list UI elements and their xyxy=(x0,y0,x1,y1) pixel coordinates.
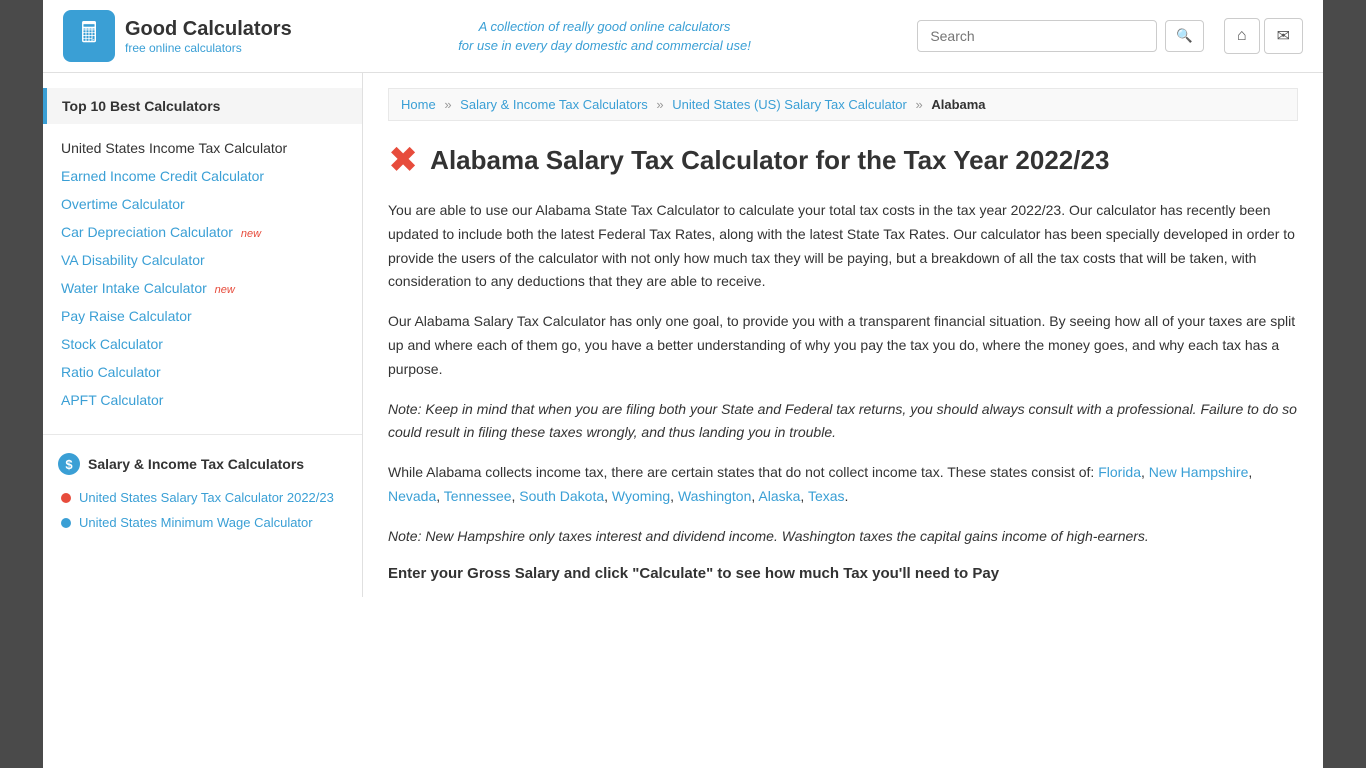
list-item: VA Disability Calculator xyxy=(43,246,362,274)
link-wyoming[interactable]: Wyoming xyxy=(612,488,670,504)
search-area: 🔍 xyxy=(917,20,1204,52)
sidebar-link-earned-income[interactable]: Earned Income Credit Calculator xyxy=(61,168,264,184)
logo-area: 🖩 Good Calculators free online calculato… xyxy=(63,10,292,62)
list-item: Ratio Calculator xyxy=(43,358,362,386)
link-texas[interactable]: Texas xyxy=(808,488,845,504)
link-alaska[interactable]: Alaska xyxy=(758,488,800,504)
mail-button[interactable]: ✉ xyxy=(1264,18,1303,54)
note-2: Note: New Hampshire only taxes interest … xyxy=(388,525,1298,549)
sidebar-section2-title: $ Salary & Income Tax Calculators xyxy=(43,445,362,483)
sidebar-link-water-intake[interactable]: Water Intake Calculator xyxy=(61,280,207,296)
note-1: Note: Keep in mind that when you are fil… xyxy=(388,398,1298,446)
badge-new-water: new xyxy=(215,284,235,296)
x-icon: ✖ xyxy=(388,139,418,181)
content-area: Top 10 Best Calculators United States In… xyxy=(43,73,1323,597)
breadcrumb-home[interactable]: Home xyxy=(401,97,436,112)
tagline-line2: for use in every day domestic and commer… xyxy=(312,36,898,56)
list-item: Water Intake Calculator new xyxy=(43,274,362,302)
list-item: Overtime Calculator xyxy=(43,190,362,218)
breadcrumb-salary-tax[interactable]: Salary & Income Tax Calculators xyxy=(460,97,648,112)
breadcrumb-sep2: » xyxy=(656,97,663,112)
sidebar-link-va-disability[interactable]: VA Disability Calculator xyxy=(61,252,205,268)
list-item: United States Minimum Wage Calculator xyxy=(43,510,362,535)
sidebar-link-overtime[interactable]: Overtime Calculator xyxy=(61,196,185,212)
sidebar-link-ratio[interactable]: Ratio Calculator xyxy=(61,364,161,380)
brand-sub: free online calculators xyxy=(125,41,292,55)
sidebar-link-pay-raise[interactable]: Pay Raise Calculator xyxy=(61,308,192,324)
sidebar-link-car-depreciation[interactable]: Car Depreciation Calculator xyxy=(61,224,233,240)
list-item: APFT Calculator xyxy=(43,386,362,414)
paragraph-2: Our Alabama Salary Tax Calculator has on… xyxy=(388,310,1298,381)
sidebar-section2: $ Salary & Income Tax Calculators United… xyxy=(43,434,362,537)
sidebar-sub-list: United States Salary Tax Calculator 2022… xyxy=(43,483,362,537)
sidebar-sub-link-us-min-wage[interactable]: United States Minimum Wage Calculator xyxy=(79,515,313,530)
sidebar-link-stock[interactable]: Stock Calculator xyxy=(61,336,163,352)
salary-icon: $ xyxy=(58,453,80,475)
breadcrumb-current: Alabama xyxy=(931,97,985,112)
breadcrumb-us-salary[interactable]: United States (US) Salary Tax Calculator xyxy=(672,97,907,112)
brand-name: Good Calculators xyxy=(125,18,292,41)
tagline: A collection of really good online calcu… xyxy=(312,17,898,56)
sidebar-top-title: Top 10 Best Calculators xyxy=(43,88,362,124)
breadcrumb-sep1: » xyxy=(444,97,451,112)
link-nevada[interactable]: Nevada xyxy=(388,488,436,504)
sidebar-sub-link-us-salary[interactable]: United States Salary Tax Calculator 2022… xyxy=(79,490,334,505)
link-washington[interactable]: Washington xyxy=(678,488,751,504)
header-icons: ⌂ ✉ xyxy=(1224,18,1303,54)
home-button[interactable]: ⌂ xyxy=(1224,18,1260,54)
sidebar-link-apft[interactable]: APFT Calculator xyxy=(61,392,163,408)
breadcrumb: Home » Salary & Income Tax Calculators »… xyxy=(388,88,1298,121)
page-title-area: ✖ Alabama Salary Tax Calculator for the … xyxy=(388,139,1298,181)
list-item: Car Depreciation Calculator new xyxy=(43,218,362,246)
home-icon: ⌂ xyxy=(1237,27,1247,44)
list-item: United States Income Tax Calculator xyxy=(43,134,362,162)
dot-blue-icon xyxy=(61,518,71,528)
logo-text: Good Calculators free online calculators xyxy=(125,18,292,55)
paragraph-3: While Alabama collects income tax, there… xyxy=(388,461,1298,509)
list-item: Earned Income Credit Calculator xyxy=(43,162,362,190)
tagline-line1: A collection of really good online calcu… xyxy=(312,17,898,37)
dot-red-icon xyxy=(61,493,71,503)
search-button[interactable]: 🔍 xyxy=(1165,20,1204,52)
paragraph-1: You are able to use our Alabama State Ta… xyxy=(388,199,1298,294)
link-florida[interactable]: Florida xyxy=(1098,464,1141,480)
link-south-dakota[interactable]: South Dakota xyxy=(519,488,604,504)
link-tennessee[interactable]: Tennessee xyxy=(444,488,512,504)
sidebar-top-list: United States Income Tax Calculator Earn… xyxy=(43,129,362,419)
badge-new: new xyxy=(241,228,261,240)
list-item: United States Salary Tax Calculator 2022… xyxy=(43,485,362,510)
breadcrumb-sep3: » xyxy=(915,97,922,112)
header: 🖩 Good Calculators free online calculato… xyxy=(43,0,1323,73)
paragraph-3-prefix: While Alabama collects income tax, there… xyxy=(388,464,1098,480)
sidebar: Top 10 Best Calculators United States In… xyxy=(43,73,363,597)
page-title: Alabama Salary Tax Calculator for the Ta… xyxy=(430,145,1109,176)
link-new-hampshire[interactable]: New Hampshire xyxy=(1149,464,1249,480)
logo-icon: 🖩 xyxy=(63,10,115,62)
main-content: Home » Salary & Income Tax Calculators »… xyxy=(363,73,1323,597)
search-input[interactable] xyxy=(917,20,1157,52)
mail-icon: ✉ xyxy=(1277,28,1290,45)
sidebar-link-us-income-tax[interactable]: United States Income Tax Calculator xyxy=(61,140,287,156)
section-heading: Enter your Gross Salary and click "Calcu… xyxy=(388,565,1298,582)
list-item: Stock Calculator xyxy=(43,330,362,358)
list-item: Pay Raise Calculator xyxy=(43,302,362,330)
